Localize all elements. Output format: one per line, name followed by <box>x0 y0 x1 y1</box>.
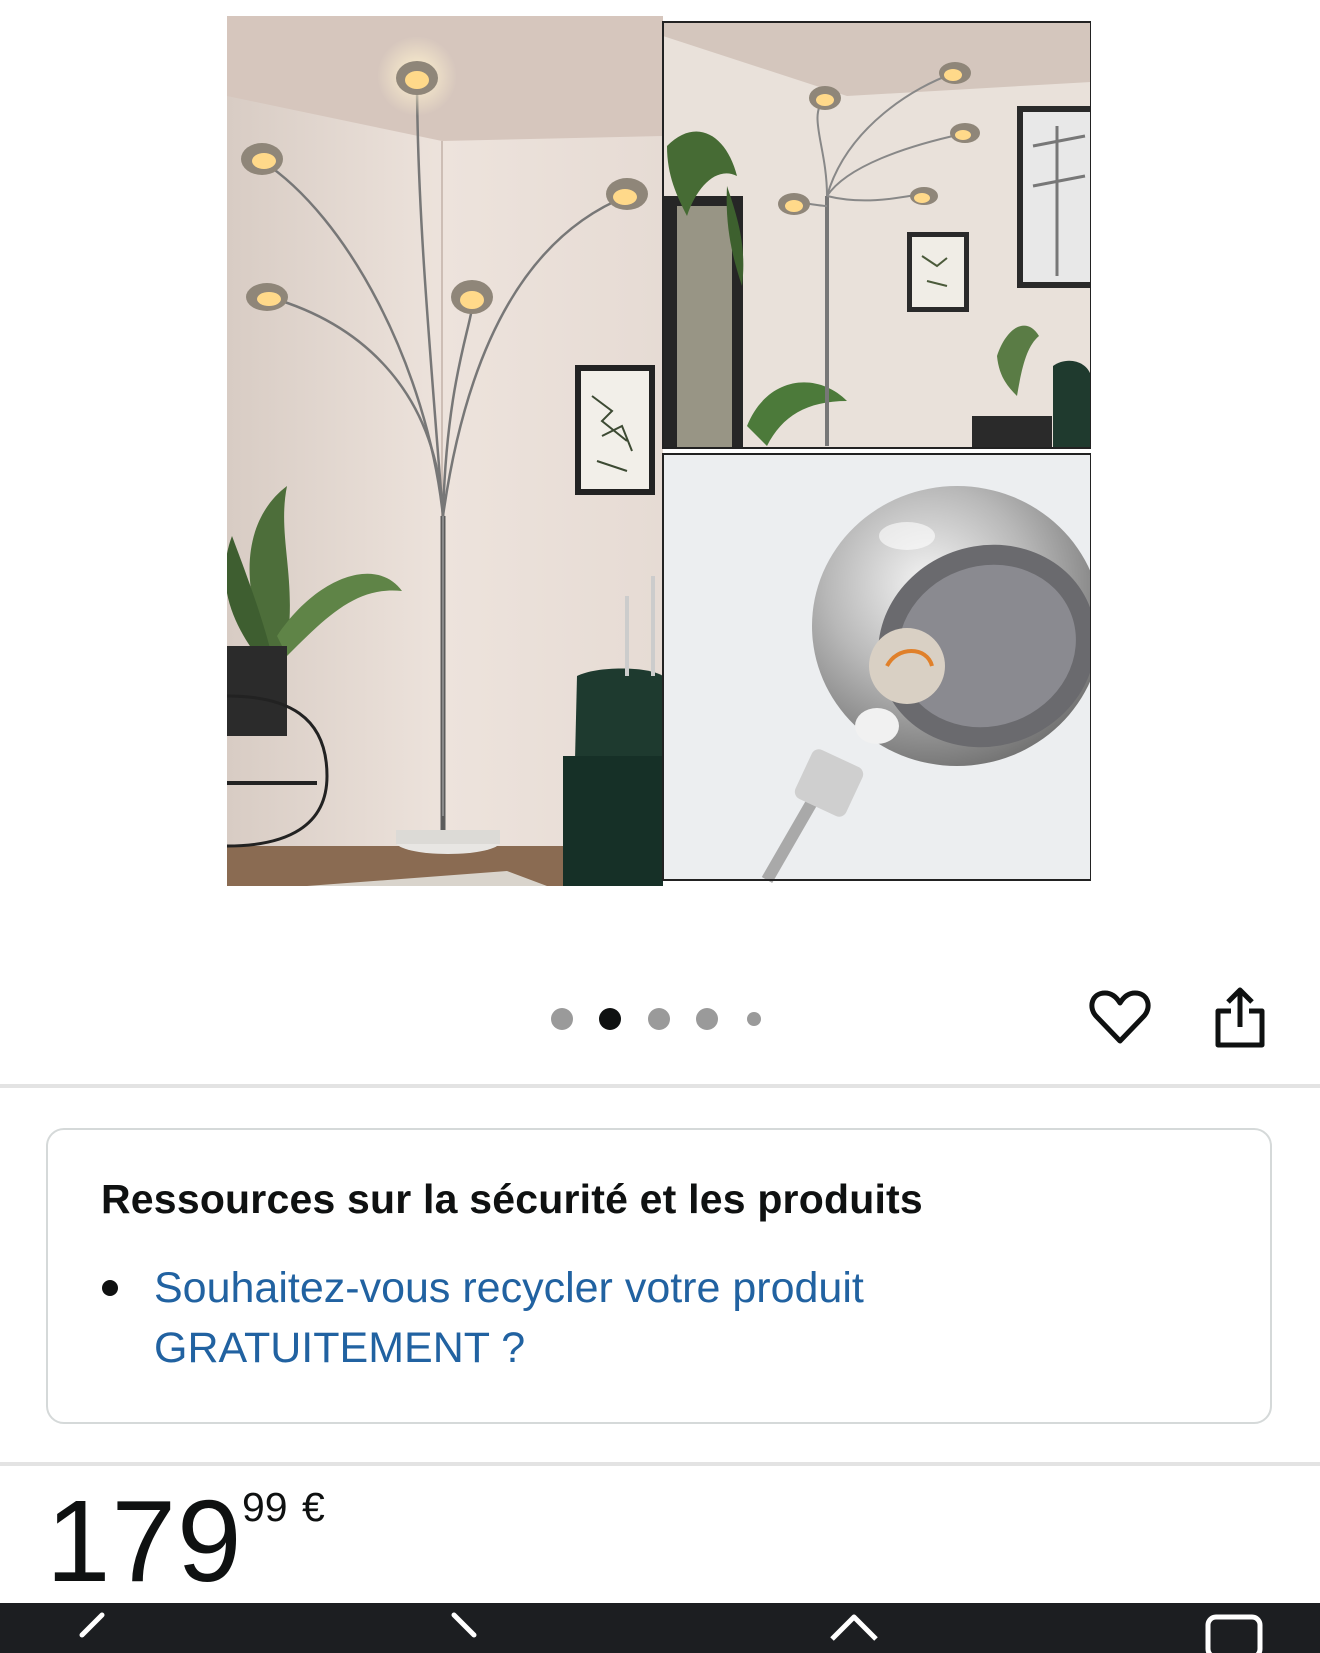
safety-resources-card: Ressources sur la sécurité et les produi… <box>46 1128 1272 1424</box>
carousel-indicator[interactable] <box>548 1006 768 1032</box>
room-corner-photo <box>662 21 1091 449</box>
share-button[interactable] <box>1212 985 1268 1049</box>
safety-resources-title: Ressources sur la sécurité et les produi… <box>101 1176 923 1222</box>
carousel-dot-2[interactable] <box>599 1008 621 1030</box>
add-to-wishlist-button[interactable] <box>1088 985 1152 1049</box>
carousel-dot-4[interactable] <box>696 1008 718 1030</box>
recycle-product-link[interactable]: Souhaitez-vous recycler votre produit GR… <box>154 1258 1054 1378</box>
product-image-gallery[interactable] <box>227 16 1091 886</box>
tabs-icon[interactable] <box>1204 1611 1264 1653</box>
carousel-dot-3[interactable] <box>648 1008 670 1030</box>
section-divider <box>0 1462 1320 1466</box>
shade-detail-photo <box>662 453 1091 883</box>
browser-bottom-bar <box>0 1603 1320 1653</box>
main-product-photo <box>227 16 663 886</box>
forward-icon[interactable] <box>444 1611 484 1653</box>
recycle-link-line-1: Souhaitez-vous recycler votre produit <box>154 1264 864 1312</box>
carousel-dot-5[interactable] <box>747 1012 761 1026</box>
price-whole: 179 <box>46 1476 243 1606</box>
back-icon[interactable] <box>72 1611 112 1653</box>
price-currency: € <box>302 1484 325 1530</box>
heart-icon <box>1089 990 1151 1044</box>
home-icon[interactable] <box>826 1611 882 1653</box>
share-icon <box>1215 987 1265 1048</box>
price-fraction: 99 <box>242 1484 288 1530</box>
section-divider <box>0 1084 1320 1088</box>
carousel-dot-1[interactable] <box>551 1008 573 1030</box>
bullet-icon <box>102 1280 118 1296</box>
recycle-link-line-2: GRATUITEMENT ? <box>154 1324 526 1372</box>
